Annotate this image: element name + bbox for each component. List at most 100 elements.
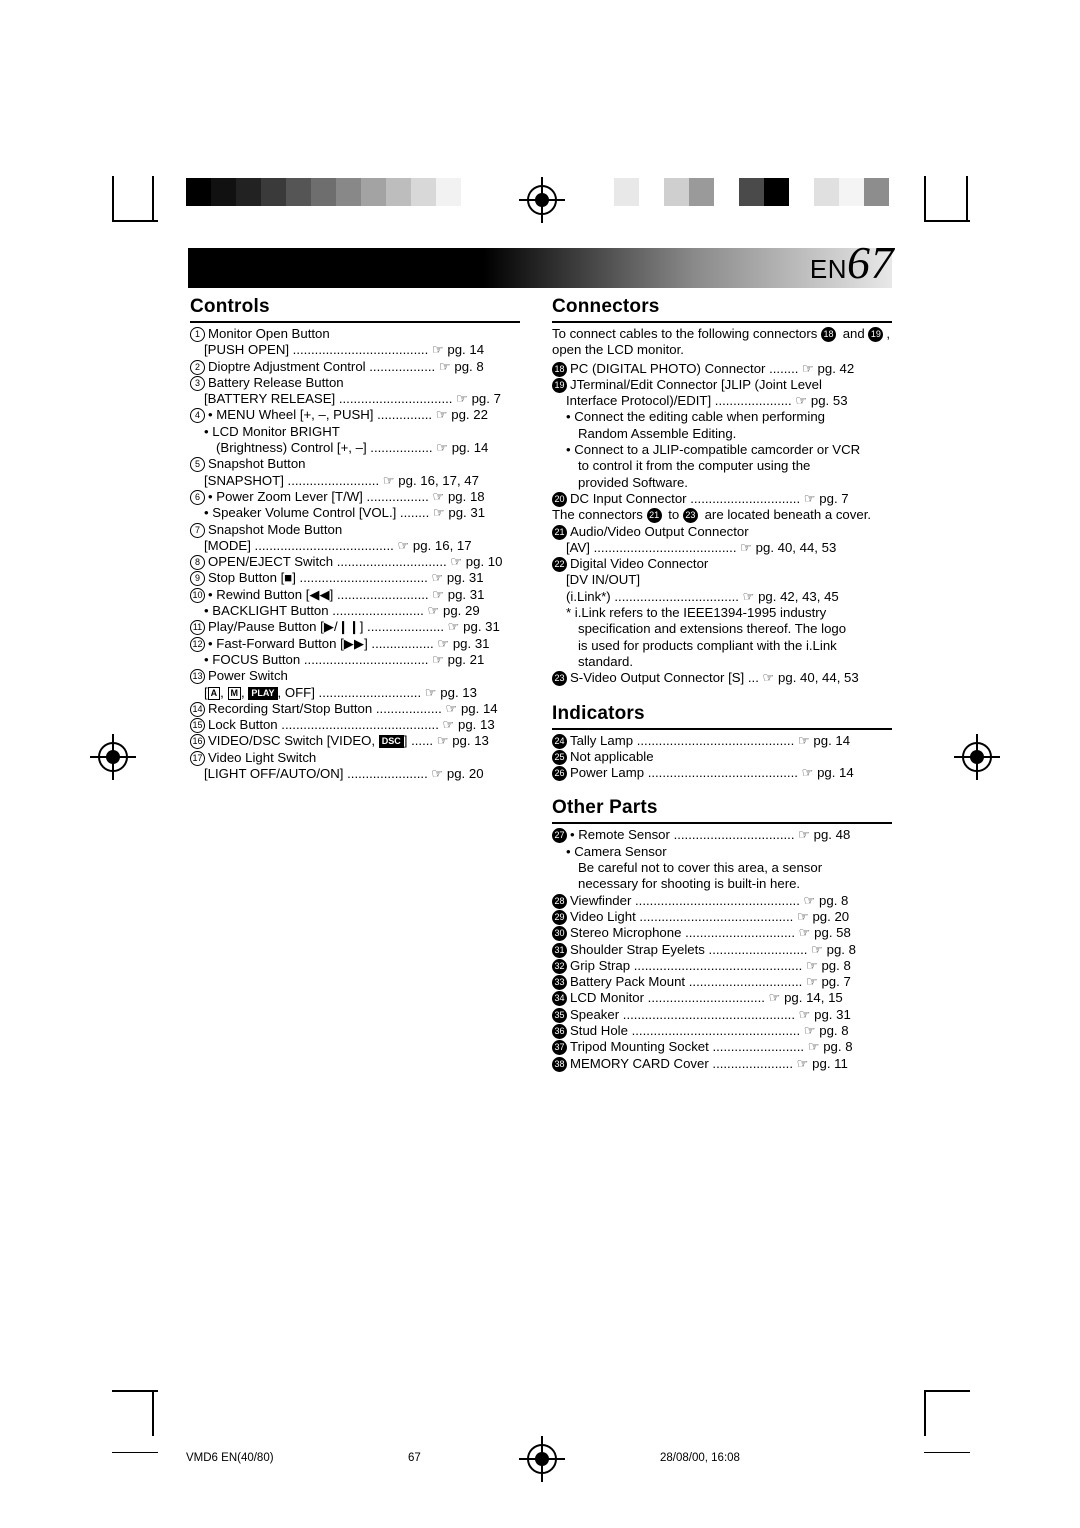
indicators-list: 24 Tally Lamp ...........................… (552, 733, 892, 782)
list-item-text: Tally Lamp .............................… (570, 732, 851, 748)
list-item: 26 Power Lamp ...........................… (552, 765, 892, 782)
item-number-33: 33 (552, 975, 567, 991)
list-item: 30 Stereo Microphone ....................… (552, 925, 892, 942)
item-number-21: 21 (552, 524, 567, 540)
list-item: 3 Battery Release Button (190, 375, 520, 391)
item-number-30: 30 (552, 926, 567, 942)
connectors-intro-mid: and (842, 326, 865, 341)
list-item-text: Stud Hole ..............................… (570, 1022, 849, 1038)
section-title-indicators: Indicators (552, 703, 892, 730)
list-item: Be careful not to cover this area, a sen… (552, 860, 892, 876)
list-item-text: • MENU Wheel [+, –, PUSH] ..............… (208, 407, 488, 423)
list-item-text: [BATTERY RELEASE] ......................… (204, 391, 501, 407)
list-item-text: provided Software. (578, 474, 688, 490)
list-item: 12 • Fast-Forward Button [▶▶] ...........… (190, 636, 520, 652)
list-item: [SNAPSHOT] ......................... ☞ p… (190, 473, 520, 489)
color-swatch (311, 178, 336, 206)
list-item-text: Digital Video Connector (570, 556, 709, 572)
color-swatch (764, 178, 789, 206)
list-item-text: [SNAPSHOT] ......................... ☞ p… (204, 472, 479, 488)
registration-mark-left (90, 734, 136, 780)
list-item: 38 MEMORY CARD Cover ....................… (552, 1056, 892, 1072)
item-number-17: 17 (190, 750, 205, 766)
list-item-text: [DV IN/OUT] (566, 572, 640, 588)
item-number-2: 2 (190, 359, 205, 375)
list-item-text: Shoulder Strap Eyelets .................… (570, 941, 856, 957)
list-item: • BACKLIGHT Button .....................… (190, 603, 520, 619)
list-item: 19 JTerminal/Edit Connector [JLIP (Joint … (552, 377, 892, 393)
document-page: EN67 Controls 1 Monitor Open Button [PUSH … (0, 0, 1080, 1528)
list-item: 5 Snapshot Button (190, 456, 520, 473)
cover-note-a: The connectors (552, 507, 643, 523)
list-item: standard. (552, 654, 892, 670)
list-item-text: • Connect the editing cable when perform… (566, 409, 825, 425)
list-item-text: • Rewind Button [◀◀] ...................… (208, 586, 485, 602)
list-item: 24 Tally Lamp ...........................… (552, 733, 892, 749)
crop-mark-top-left-v2 (152, 176, 154, 222)
item-number-31: 31 (552, 942, 567, 958)
crop-mark-top-right-v (924, 176, 926, 222)
color-bar-right (614, 178, 889, 206)
list-item: (i.Link*) ..............................… (552, 589, 892, 605)
item-number-32: 32 (552, 958, 567, 974)
item-number-20: 20 (552, 491, 567, 507)
list-item: [MODE] .................................… (190, 538, 520, 554)
item-number-14: 14 (190, 701, 205, 717)
item-number-35: 35 (552, 1007, 567, 1023)
connector-ref-21: 21 (646, 508, 662, 524)
color-swatch (286, 178, 311, 206)
list-item: 9 Stop Button [■] .......................… (190, 570, 520, 587)
color-swatch (186, 178, 211, 206)
crop-mark-top-right-h (924, 220, 970, 222)
crop-mark-bottom-right-v (924, 1390, 926, 1436)
list-item-text: necessary for shooting is built-in here. (578, 876, 801, 892)
registration-mark-bottom (519, 1436, 565, 1482)
footer-page: 67 (408, 1452, 421, 1464)
cover-note-c: are located beneath a cover. (704, 507, 872, 523)
list-item: 33 Battery Pack Mount ...................… (552, 974, 892, 991)
list-item: 17 Video Light Switch (190, 750, 520, 766)
list-item-text: PC (DIGITAL PHOTO) Connector ........ ☞ … (570, 360, 855, 376)
list-item: 32 Grip Strap ...........................… (552, 958, 892, 974)
page-header-band (188, 248, 892, 288)
footer-date: 28/08/00, 16:08 (660, 1452, 740, 1464)
list-item-text: Be careful not to cover this area, a sen… (578, 860, 823, 876)
item-number-26: 26 (552, 766, 567, 782)
video-dsc-switch-item: 16 VIDEO/DSC Switch [VIDEO, DSC] ...... ☞… (190, 733, 520, 750)
color-swatch (436, 178, 461, 206)
list-item: [DV IN/OUT] (552, 572, 892, 588)
list-item-text: Battery Release Button (208, 374, 344, 390)
connectors-list-2: 21 Audio/Video Output Connector [AV] .....… (552, 524, 892, 687)
registration-mark-right (954, 734, 1000, 780)
list-item: 2 Dioptre Adjustment Control ............… (190, 359, 520, 375)
color-swatch (789, 178, 814, 206)
list-item-text: MEMORY CARD Cover ......................… (570, 1055, 848, 1071)
color-swatch (664, 178, 689, 206)
item-number-13: 13 (190, 669, 205, 685)
color-swatch (714, 178, 739, 206)
item-number-8: 8 (190, 555, 205, 571)
item-number-37: 37 (552, 1040, 567, 1056)
list-item: 8 OPEN/EJECT Switch .....................… (190, 554, 520, 571)
registration-dot (535, 1452, 549, 1466)
list-item: Interface Protocol)/EDIT] ..............… (552, 393, 892, 409)
list-item-text: • BACKLIGHT Button .....................… (204, 603, 480, 619)
list-item: 23 S-Video Output Connector [S] ... ☞ pg.… (552, 670, 892, 687)
list-item-text: [LIGHT OFF/AUTO/ON] ....................… (204, 766, 484, 782)
list-item: [PUSH OPEN] ............................… (190, 342, 520, 358)
registration-dot (106, 750, 120, 764)
item-number-9: 9 (190, 571, 205, 587)
power-switch-suffix: , OFF] ............................ ☞ pg… (277, 684, 477, 700)
item-number-24: 24 (552, 733, 567, 749)
list-item-text: (i.Link*) ..............................… (566, 588, 839, 604)
other-parts-list: 27 • Remote Sensor ......................… (552, 827, 892, 1072)
list-item: 13 Power Switch (190, 668, 520, 685)
video-dsc-prefix: VIDEO/DSC Switch [VIDEO, (208, 733, 379, 749)
list-item: 20 DC Input Connector ...................… (552, 491, 892, 507)
list-item: • LCD Monitor BRIGHT (190, 424, 520, 440)
connector-ref-18: 18 (821, 327, 837, 342)
item-number-19: 19 (552, 377, 567, 393)
column-right: Connectors To connect cables to the foll… (552, 296, 892, 1072)
list-item-text: Snapshot Button (208, 456, 306, 472)
item-number-28: 28 (552, 893, 567, 909)
